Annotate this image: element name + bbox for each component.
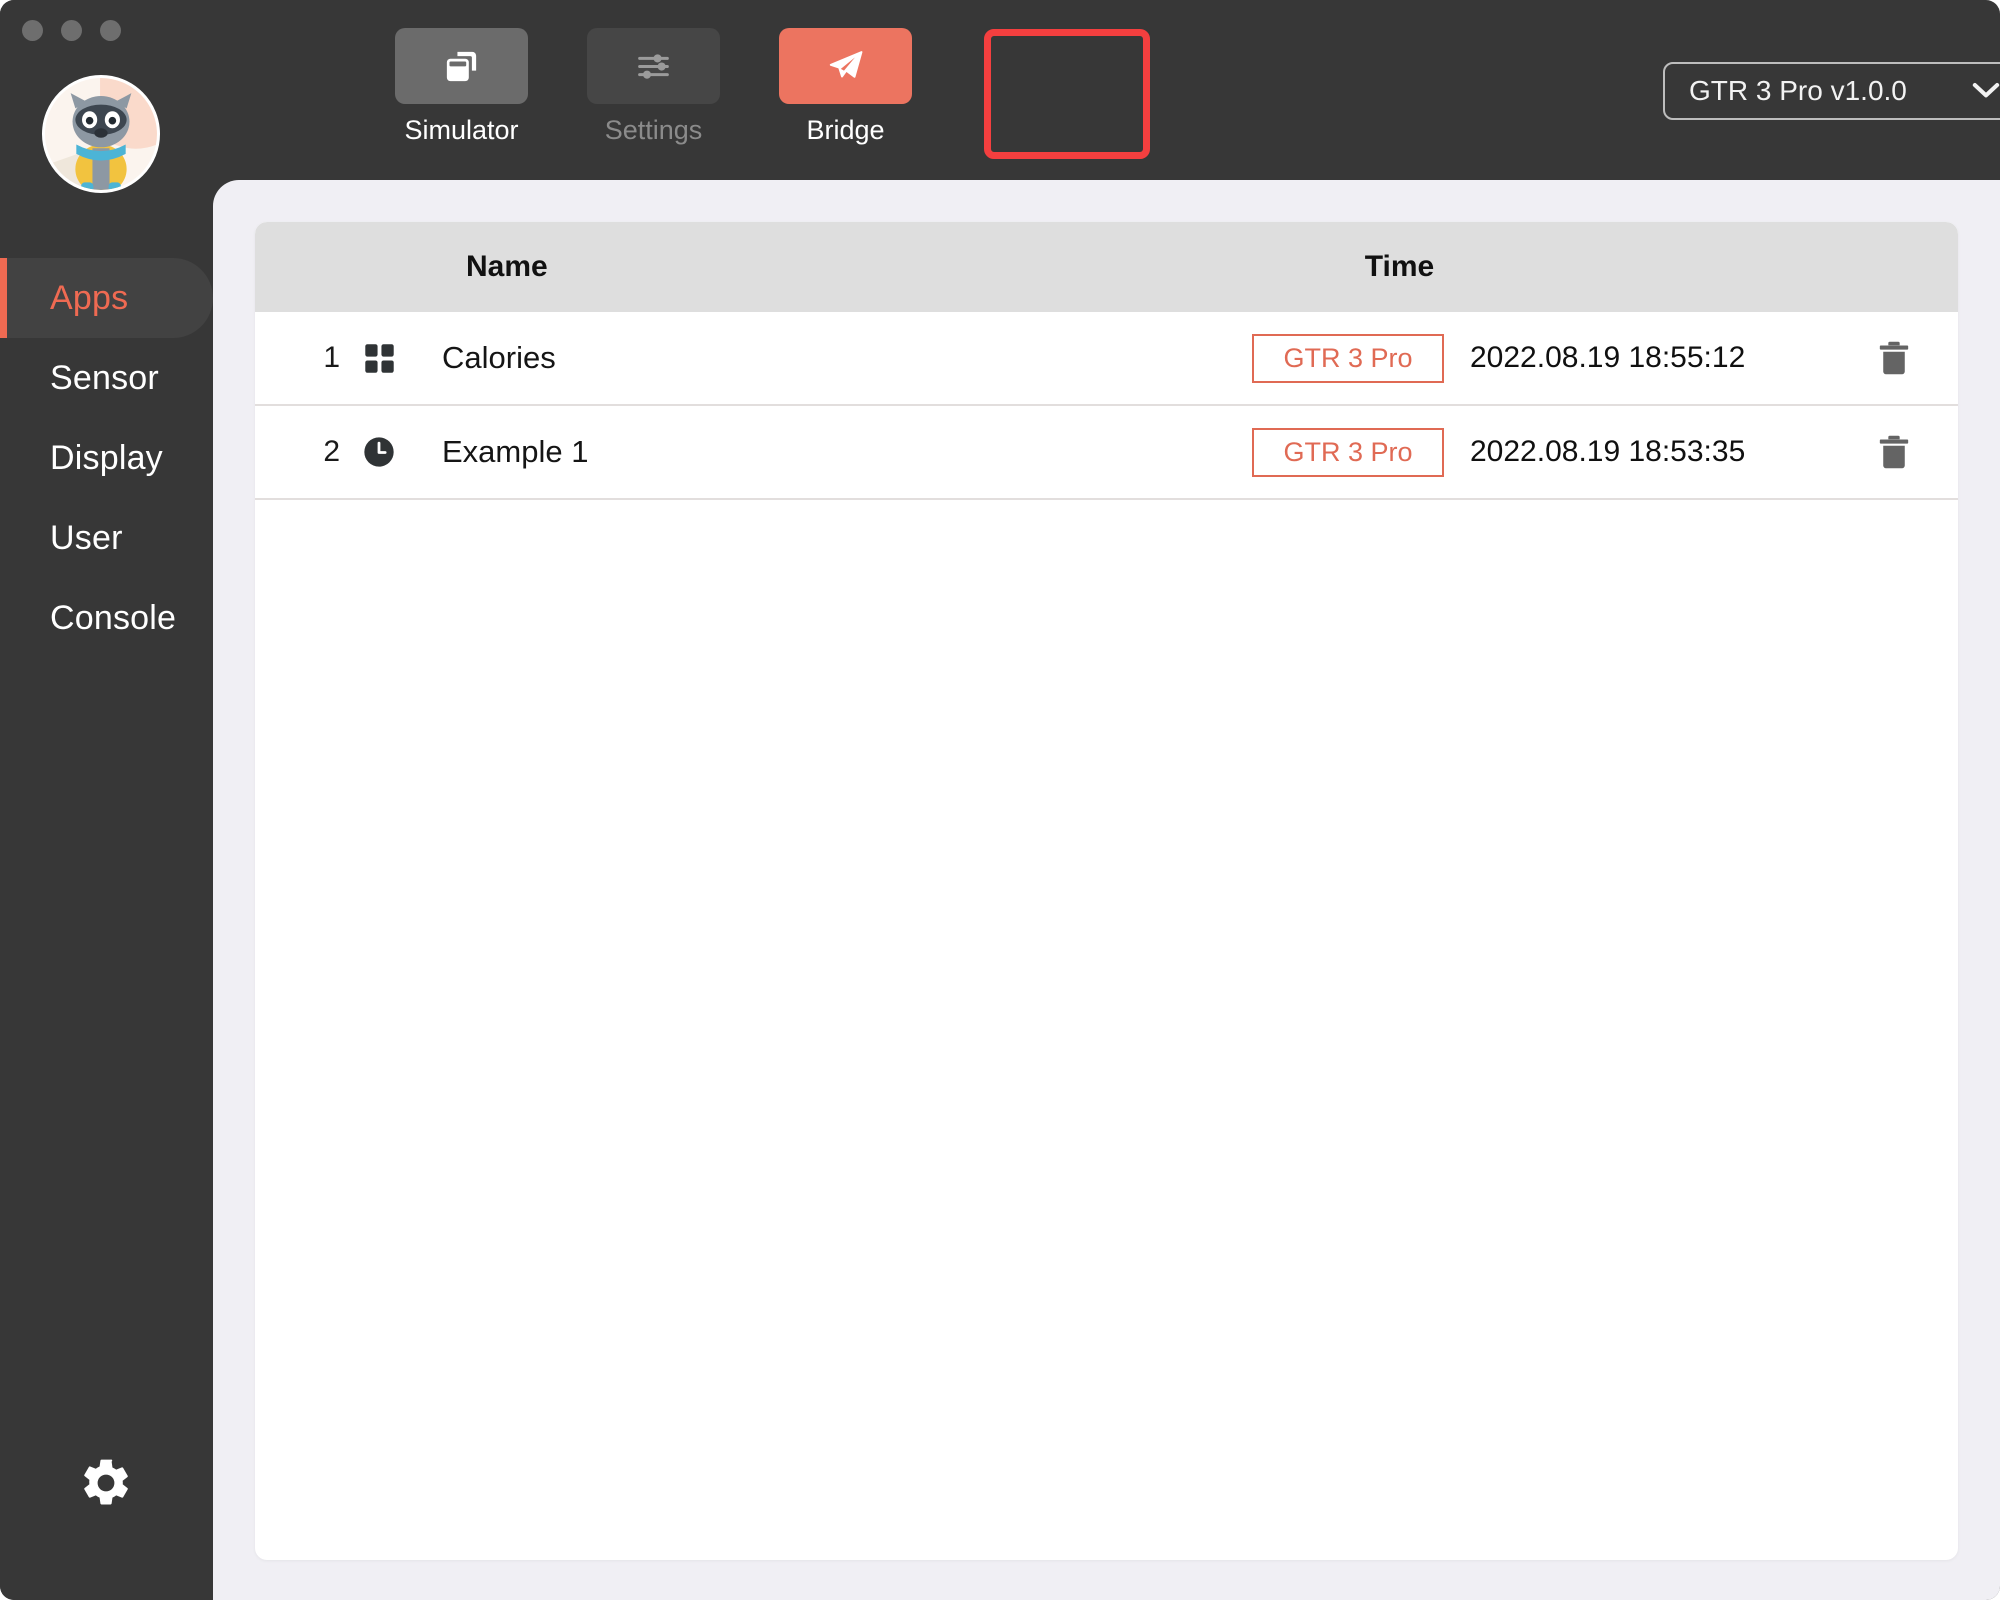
top-toolbar: Simulator Settings Bridge GTR 3 Pro v1.0… [213,0,2000,180]
tab-simulator[interactable]: Simulator [395,28,528,146]
sidebar-item-label: Apps [50,278,129,317]
avatar[interactable] [42,75,160,193]
paper-plane-icon [779,28,912,104]
minimize-button[interactable] [61,20,82,41]
windows-stack-icon [395,28,528,104]
tab-label: Bridge [806,115,885,145]
table-header-row: Name Time [255,222,1958,312]
sidebar-item-sensor[interactable]: Sensor [0,338,213,418]
table-row[interactable]: 1 Calories GTR 3 Pro 2022.08.19 18:55:12 [255,312,1958,406]
app-name: Calories [442,340,556,375]
trash-icon[interactable] [1830,433,1958,471]
grid-app-icon [340,343,418,374]
sidebar-item-label: Console [50,598,177,637]
sidebar-item-apps[interactable]: Apps [0,258,213,338]
app-time: 2022.08.19 18:53:35 [1470,435,1746,468]
sidebar-item-user[interactable]: User [0,498,213,578]
tool-buttons: Simulator Settings Bridge [395,28,912,146]
tab-label: Settings [604,115,703,145]
column-header-name: Name [466,250,548,283]
close-button[interactable] [22,20,43,41]
app-name: Example 1 [442,434,589,469]
gear-icon[interactable] [78,1455,134,1511]
device-badge: GTR 3 Pro [1252,333,1444,383]
sidebar: Apps Sensor Display User Console [0,0,213,1600]
sidebar-item-label: Sensor [50,358,159,397]
row-index: 2 [323,435,340,468]
window-controls [22,20,121,41]
device-select-value: GTR 3 Pro v1.0.0 [1689,75,1907,106]
sliders-icon [587,28,720,104]
bridge-highlight-annotation [984,29,1150,159]
content-panel: Name Time 1 Calories GTR 3 Pro 2022.08.1… [213,180,2000,1600]
tab-label: Simulator [404,115,519,145]
sidebar-nav: Apps Sensor Display User Console [0,258,213,658]
table-row[interactable]: 2 Example 1 GTR 3 Pro 2022.08.19 18:53:3… [255,406,1958,500]
device-select[interactable]: GTR 3 Pro v1.0.0 [1663,62,2000,120]
app-time: 2022.08.19 18:55:12 [1470,341,1746,374]
sidebar-item-console[interactable]: Console [0,578,213,658]
trash-icon[interactable] [1830,339,1958,377]
apps-table: Name Time 1 Calories GTR 3 Pro 2022.08.1… [255,222,1958,1560]
sidebar-item-display[interactable]: Display [0,418,213,498]
tab-bridge[interactable]: Bridge [779,28,912,146]
app-window: Apps Sensor Display User Console Name Ti… [0,0,2000,1600]
row-index: 1 [323,341,340,374]
sidebar-item-label: Display [50,438,163,477]
column-header-time: Time [1364,250,1435,283]
chevron-down-icon [1971,75,2000,107]
sidebar-item-label: User [50,518,123,557]
tab-settings[interactable]: Settings [587,28,720,146]
device-badge: GTR 3 Pro [1252,427,1444,477]
clock-watchface-icon [340,436,418,468]
maximize-button[interactable] [100,20,121,41]
